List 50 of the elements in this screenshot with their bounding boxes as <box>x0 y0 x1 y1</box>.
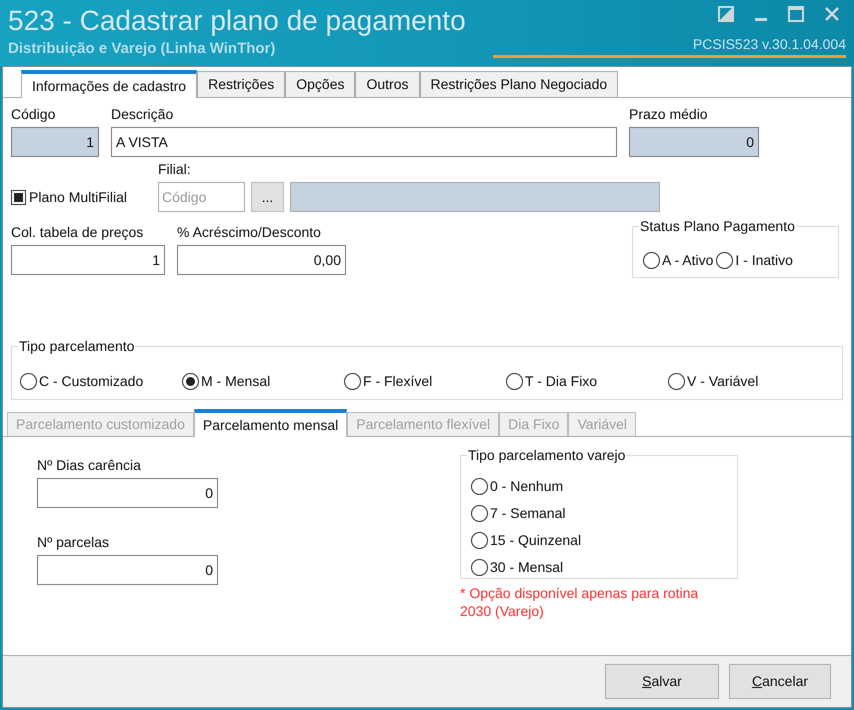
radio-option[interactable]: I - Inativo <box>716 250 793 271</box>
tab[interactable]: Restrições <box>197 71 286 97</box>
radio-option[interactable]: V - Variável <box>668 371 830 392</box>
tab[interactable]: Opções <box>285 71 356 97</box>
note-text: * Opção disponível apenas para rotina 2030 (Varejo) <box>460 584 700 620</box>
tab[interactable]: Informações de cadastro <box>21 70 198 98</box>
field-label: % Acréscimo/Desconto <box>177 223 322 242</box>
checkbox-label: Plano MultiFilial <box>29 188 128 206</box>
radio-option[interactable]: 7 - Semanal <box>471 503 737 524</box>
subtab: Parcelamento flexível <box>347 412 500 436</box>
window-title: 523 - Cadastrar plano de pagamento <box>8 4 466 38</box>
input-field[interactable]: A VISTA <box>111 127 617 157</box>
subtab: Dia Fixo <box>499 412 568 436</box>
dialog-button[interactable]: Cancelar <box>729 664 831 699</box>
input-field[interactable]: Código <box>158 182 245 212</box>
close-icon[interactable] <box>824 6 840 22</box>
input-field[interactable]: 0 <box>37 478 218 508</box>
input-field[interactable]: 0,00 <box>177 245 346 275</box>
maximize-icon[interactable] <box>788 6 804 22</box>
radio-option[interactable]: F - Flexível <box>344 371 506 392</box>
field-label: Código <box>11 105 56 124</box>
browse-button[interactable]: ... <box>251 182 284 212</box>
window-subtitle: Distribuição e Varejo (Linha WinThor) <box>8 39 276 59</box>
subtab: Variável <box>568 412 636 436</box>
subtab[interactable]: Parcelamento mensal <box>194 409 348 437</box>
field-label: Col. tabela de preços <box>11 223 144 242</box>
field-label: Descrição <box>111 105 174 124</box>
input-field[interactable]: 1 <box>11 245 165 275</box>
filial-name-field[interactable] <box>290 182 660 212</box>
field-label: Nº Dias carência <box>37 456 142 475</box>
version-label: PCSIS523 v.30.1.04.004 <box>492 34 846 58</box>
radio-option[interactable]: M - Mensal <box>182 371 344 392</box>
radio-option[interactable]: C - Customizado <box>20 371 182 392</box>
input-field[interactable]: 0 <box>37 555 218 585</box>
checkbox[interactable] <box>11 190 26 204</box>
dialog-button[interactable]: Salvar <box>605 664 719 699</box>
tab[interactable]: Outros <box>355 71 420 97</box>
input-field[interactable]: 1 <box>11 127 99 157</box>
radio-option[interactable]: 0 - Nenhum <box>471 476 737 497</box>
radio-option[interactable]: A - Ativo <box>643 250 714 271</box>
radio-option[interactable]: 30 - Mensal <box>471 557 737 578</box>
input-field[interactable]: 0 <box>629 127 759 157</box>
field-label: Prazo médio <box>629 105 709 124</box>
tab[interactable]: Restrições Plano Negociado <box>420 71 618 97</box>
radio-option[interactable]: 15 - Quinzenal <box>471 530 737 551</box>
radio-option[interactable]: T - Dia Fixo <box>506 371 668 392</box>
subtab: Parcelamento customizado <box>7 412 194 436</box>
restore-icon[interactable] <box>718 6 734 22</box>
field-label: Filial: <box>158 160 192 179</box>
field-label: Nº parcelas <box>37 533 110 552</box>
